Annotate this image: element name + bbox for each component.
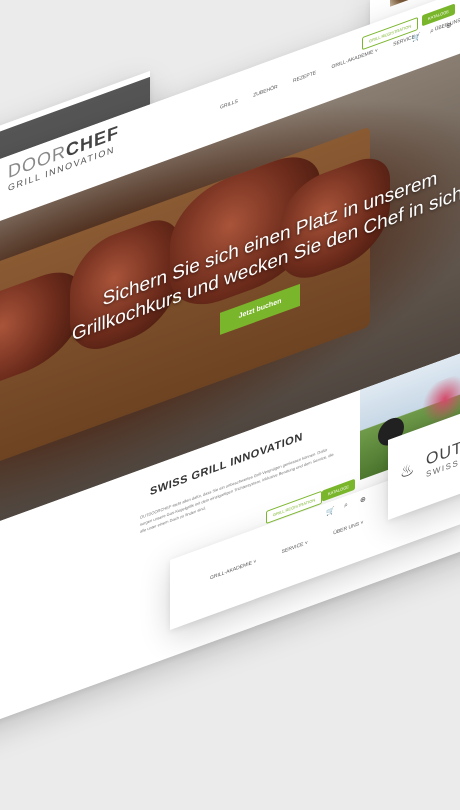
menu-item-service[interactable]: SERVICE ˅ (282, 540, 308, 556)
menu-item-grill-akademie[interactable]: GRILL-AKADEMIE ˅ (210, 559, 256, 582)
cart-icon[interactable]: 🛒 (412, 32, 421, 43)
globe-icon[interactable]: ⊕ (360, 495, 366, 505)
search-icon[interactable]: ⌕ (430, 27, 434, 36)
menu-item-grills[interactable]: GRILLS (220, 98, 238, 110)
cart-icon[interactable]: 🛒 (326, 506, 335, 517)
globe-icon[interactable]: ⊕ (446, 21, 452, 31)
menu-item-ueber-uns[interactable]: ÜBER UNS ˅ (333, 520, 363, 537)
grill-icon: ♨ (400, 460, 415, 483)
menu-item-grill-akademie[interactable]: GRILL-AKADEMIE ˅ (331, 48, 377, 71)
menu-item-zubehoer[interactable]: ZUBEHÖR (253, 84, 277, 99)
search-icon[interactable]: ⌕ (344, 501, 348, 510)
menu-item-rezepte[interactable]: REZEPTE (293, 70, 316, 84)
